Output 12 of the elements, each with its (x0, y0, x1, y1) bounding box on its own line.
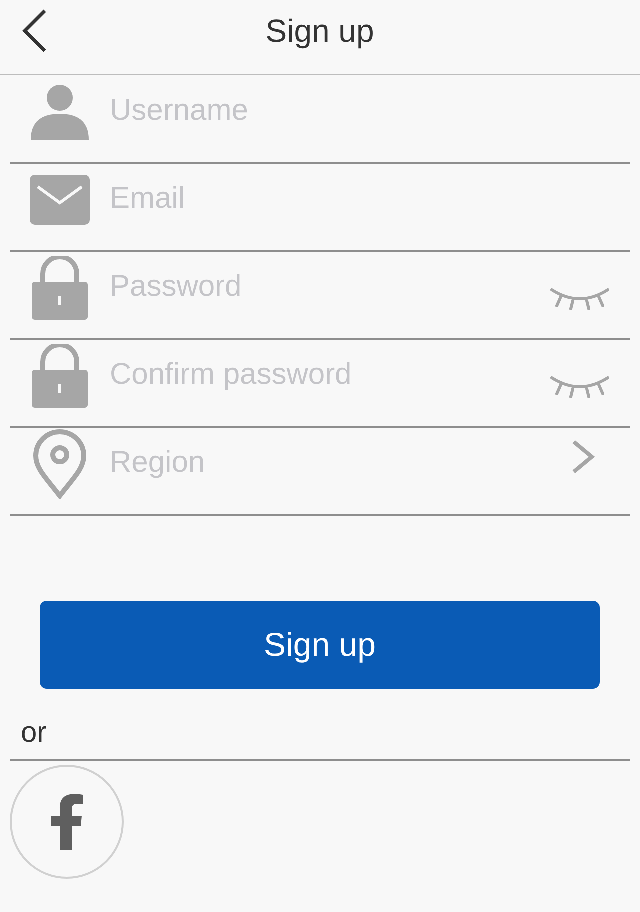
facebook-button[interactable] (10, 765, 124, 879)
chevron-right-icon[interactable] (570, 439, 596, 475)
envelope-icon (30, 175, 90, 225)
or-label: or (21, 716, 47, 752)
facebook-icon (50, 794, 84, 850)
location-pin-icon (33, 429, 87, 499)
lock-icon (31, 344, 89, 408)
lock-icon (31, 256, 89, 320)
sign-up-button[interactable]: Sign up (40, 601, 600, 689)
person-icon (30, 84, 90, 140)
page-title: Sign up (266, 12, 374, 51)
back-icon (22, 9, 48, 53)
